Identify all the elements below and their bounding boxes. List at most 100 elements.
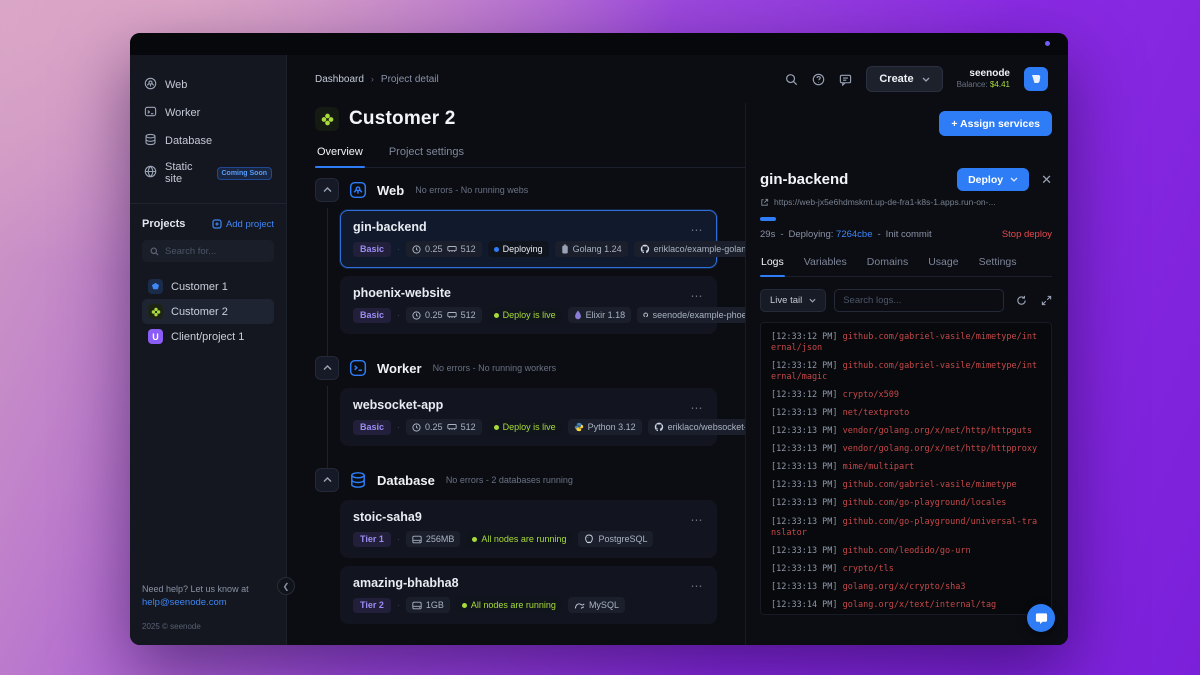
log-search[interactable]: [834, 289, 1004, 312]
log-search-input[interactable]: [843, 295, 995, 306]
card-menu-button[interactable]: ⋯: [691, 513, 705, 527]
memory-icon: [447, 245, 457, 253]
log-line: [12:33:13 PM] crypto/tls: [771, 564, 1041, 575]
status-dot: [494, 425, 499, 430]
golang-icon: [561, 244, 569, 254]
tab-logs[interactable]: Logs: [760, 256, 785, 276]
search-icon[interactable]: [785, 73, 798, 86]
sidebar-collapse-button[interactable]: ❮: [277, 577, 295, 595]
live-tail-dropdown[interactable]: Live tail: [760, 289, 826, 312]
expand-icon[interactable]: [1041, 295, 1052, 306]
log-line: [12:33:12 PM] github.com/gabriel-vasile/…: [771, 361, 1041, 383]
storage-icon: [412, 535, 422, 544]
service-card-gin-backend[interactable]: gin-backend Basic · 0.25 512: [340, 210, 717, 268]
feedback-icon[interactable]: [839, 73, 852, 86]
repo-pill[interactable]: eriklaco/example-golang: [634, 241, 745, 257]
help-icon[interactable]: [812, 73, 825, 86]
log-message: golang.org/x/text/internal/tag: [843, 600, 997, 610]
sidebar-item-worker[interactable]: Worker: [142, 99, 274, 127]
service-url[interactable]: https://web-jx5e6hdmskmt.up-de-fra1-k8s-…: [774, 197, 996, 207]
runtime-pill: Elixir 1.18: [568, 307, 632, 323]
chat-widget-button[interactable]: [1027, 604, 1055, 632]
log-timestamp: [12:33:14 PM]: [771, 600, 838, 610]
service-card-amazing-bhabha8[interactable]: amazing-bhabha8 Tier 2 · 1GB: [340, 566, 717, 624]
help-text: Need help? Let us know at: [142, 583, 274, 597]
avatar[interactable]: [1024, 67, 1048, 91]
tier-badge: Basic: [353, 420, 391, 435]
project-item-customer-1[interactable]: Customer 1: [142, 274, 274, 299]
project-item-customer-2[interactable]: Customer 2: [142, 299, 274, 324]
service-card-stoic-saha9[interactable]: stoic-saha9 Tier 1 · 256MB: [340, 500, 717, 558]
log-line: [12:33:13 PM] github.com/go-playground/u…: [771, 517, 1041, 539]
project-item-client-project-1[interactable]: U Client/project 1: [142, 324, 274, 349]
commit-hash[interactable]: 7264cbe: [836, 229, 872, 240]
deploy-button[interactable]: Deploy: [957, 168, 1029, 191]
card-menu-button[interactable]: ⋯: [691, 579, 705, 593]
breadcrumb-dashboard[interactable]: Dashboard: [315, 74, 364, 85]
log-timestamp: [12:33:13 PM]: [771, 582, 838, 592]
sidebar-divider: [130, 203, 286, 204]
log-timestamp: [12:33:12 PM]: [771, 332, 838, 342]
service-name: stoic-saha9: [353, 510, 704, 524]
project-search-input[interactable]: [165, 246, 265, 257]
log-message: net/textproto: [843, 408, 910, 418]
repo-pill[interactable]: seenode/example-phoen...: [637, 307, 745, 323]
collapse-section-button[interactable]: [315, 178, 339, 202]
search-icon: [150, 247, 159, 256]
tab-variables[interactable]: Variables: [803, 256, 848, 276]
sidebar-item-database[interactable]: Database: [142, 127, 274, 155]
logs-output[interactable]: [12:33:12 PM] github.com/gabriel-vasile/…: [760, 322, 1052, 615]
log-timestamp: [12:33:13 PM]: [771, 444, 838, 454]
runtime-pill: Golang 1.24: [555, 241, 628, 257]
cpu-icon: [412, 311, 421, 320]
deploy-progress-bar: [760, 217, 1052, 221]
service-card-websocket-app[interactable]: websocket-app Basic · 0.25 512: [340, 388, 717, 446]
deploy-phase: Deploying:: [789, 229, 834, 240]
project-icon: [148, 304, 163, 319]
service-card-phoenix-website[interactable]: phoenix-website Basic · 0.25 5: [340, 276, 717, 334]
window-titlebar: [130, 33, 1068, 55]
sidebar-item-web[interactable]: Web: [142, 71, 274, 99]
refresh-icon[interactable]: [1016, 295, 1027, 306]
status-dot: [494, 313, 499, 318]
log-timestamp: [12:33:13 PM]: [771, 408, 838, 418]
stop-deploy-button[interactable]: Stop deploy: [1002, 229, 1052, 240]
collapse-section-button[interactable]: [315, 468, 339, 492]
tab-settings[interactable]: Settings: [978, 256, 1018, 276]
log-line: [12:33:13 PM] github.com/gabriel-vasile/…: [771, 480, 1041, 491]
log-message: crypto/tls: [843, 564, 894, 574]
sidebar-item-static-site[interactable]: Static site Coming Soon: [142, 155, 274, 191]
create-button[interactable]: Create: [866, 66, 942, 92]
status-badge: Deploying: [488, 241, 549, 257]
card-menu-button[interactable]: ⋯: [691, 289, 705, 303]
status-badge: Deploy is live: [488, 307, 562, 323]
sidebar-item-label: Web: [165, 79, 187, 91]
service-name: phoenix-website: [353, 286, 704, 300]
card-menu-button[interactable]: ⋯: [691, 401, 705, 415]
service-name: gin-backend: [353, 220, 704, 234]
close-icon[interactable]: ✕: [1041, 173, 1052, 186]
add-project-button[interactable]: Add project: [212, 219, 274, 230]
breadcrumb-current: Project detail: [381, 74, 439, 85]
log-line: [12:33:13 PM] golang.org/x/crypto/sha3: [771, 582, 1041, 593]
card-menu-button[interactable]: ⋯: [691, 223, 705, 237]
project-search[interactable]: [142, 240, 274, 262]
worker-icon: [144, 105, 157, 121]
project-tabs: Overview Project settings: [315, 146, 745, 168]
log-message: mime/multipart: [843, 462, 915, 472]
tab-usage[interactable]: Usage: [927, 256, 959, 276]
section-title: Web: [377, 183, 404, 198]
collapse-section-button[interactable]: [315, 356, 339, 380]
tab-overview[interactable]: Overview: [315, 146, 365, 167]
repo-pill[interactable]: eriklaco/websocket-a...: [648, 419, 745, 435]
cpu-icon: [412, 245, 421, 254]
tab-domains[interactable]: Domains: [866, 256, 909, 276]
log-timestamp: [12:33:13 PM]: [771, 426, 838, 436]
tab-project-settings[interactable]: Project settings: [387, 146, 466, 167]
app-window: Web Worker Database Static site Coming S…: [130, 33, 1068, 645]
help-email-link[interactable]: help@seenode.com: [142, 597, 274, 608]
assign-services-button[interactable]: + Assign services: [939, 111, 1052, 136]
deploy-status-line: 29s - Deploying: 7264cbe - Init commit S…: [760, 229, 1052, 240]
tier-badge: Basic: [353, 308, 391, 323]
deploy-elapsed: 29s: [760, 229, 775, 240]
